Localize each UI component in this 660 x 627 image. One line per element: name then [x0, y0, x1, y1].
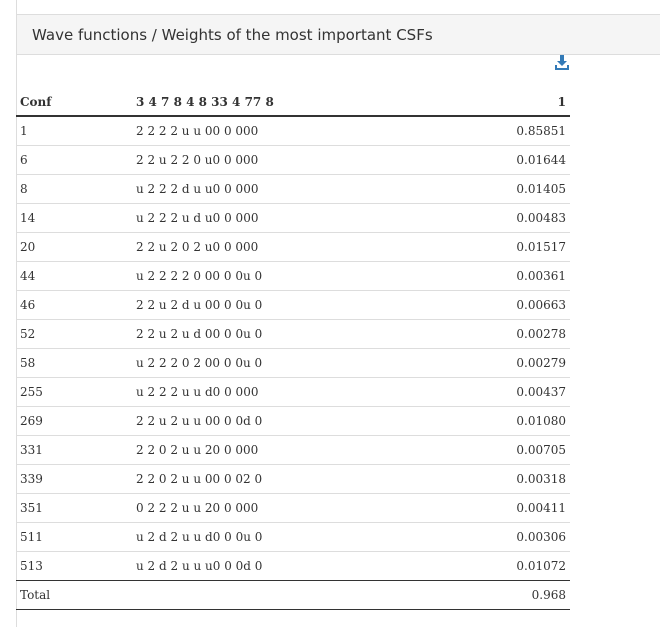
- table-row: 513 u 2 d 2 u u u0 0 0d 0 0.01072: [16, 550, 570, 580]
- conf-cell: 1: [16, 115, 132, 145]
- total-value: 0.968: [392, 579, 570, 610]
- table-row: 62 2 u 2 2 0 u0 0 000 0.01644: [16, 144, 570, 174]
- total-spacer: [132, 579, 392, 610]
- weight-cell: 0.01644: [392, 144, 570, 174]
- weight-cell: 0.00306: [392, 521, 570, 551]
- configuration-cell: 2 2 u 2 2 0 u0 0 000: [132, 144, 392, 174]
- conf-cell: 339: [16, 463, 132, 493]
- weight-cell: 0.00411: [392, 492, 570, 522]
- table-row: 331 2 2 0 2 u u 20 0 000 0.00705: [16, 434, 570, 464]
- configuration-cell: u 2 2 2 d u u0 0 000: [132, 173, 392, 203]
- configuration-cell: 2 2 u 2 u d 00 0 0u 0: [132, 318, 392, 348]
- table-row: 52 2 2 u 2 u d 00 0 0u 0 0.00278: [16, 318, 570, 348]
- weight-cell: 0.00361: [392, 260, 570, 290]
- weight-cell: 0.01517: [392, 231, 570, 261]
- table-row: 14 u 2 2 2 u d u0 0 000 0.00483: [16, 202, 570, 232]
- conf-cell: 513: [16, 550, 132, 580]
- download-icon-glyph: [555, 55, 569, 70]
- table-header-row: Conf 3 4 7 8 4 8 33 4 77 8 1: [16, 88, 570, 117]
- weight-cell: 0.01072: [392, 550, 570, 580]
- table-row: 255 u 2 2 2 u u d0 0 000 0.00437: [16, 376, 570, 406]
- weight-cell: 0.00278: [392, 318, 570, 348]
- total-label: Total: [16, 579, 132, 610]
- configuration-cell: u 2 d 2 u u d0 0 0u 0: [132, 521, 392, 551]
- conf-cell: 351: [16, 492, 132, 522]
- configuration-cell: u 2 2 2 2 0 00 0 0u 0: [132, 260, 392, 290]
- table-body: 12 2 2 2 u u 00 0 000 0.85851 6 2 2 u 2 2 0…: [16, 115, 570, 610]
- conf-cell: 255: [16, 376, 132, 406]
- conf-cell: 8: [16, 173, 132, 203]
- conf-cell: 52: [16, 318, 132, 348]
- download-icon[interactable]: [554, 54, 570, 72]
- configuration-cell: 2 2 0 2 u u 00 0 02 0: [132, 463, 392, 493]
- csf-weights-table: Conf 3 4 7 8 4 8 33 4 77 8 1 12 2 2 2 u …: [16, 88, 570, 610]
- weight-cell: 0.00663: [392, 289, 570, 319]
- weight-cell: 0.00279: [392, 347, 570, 377]
- conf-cell: 58: [16, 347, 132, 377]
- total-row: Total 0.968: [16, 579, 570, 610]
- configuration-cell: u 2 2 2 u d u0 0 000: [132, 202, 392, 232]
- conf-cell: 6: [16, 144, 132, 174]
- conf-cell: 44: [16, 260, 132, 290]
- weight-cell: 0.00705: [392, 434, 570, 464]
- conf-cell: 331: [16, 434, 132, 464]
- configuration-cell: 2 2 u 2 d u 00 0 0u 0: [132, 289, 392, 319]
- configuration-cell: 2 2 2 2 u u 00 0 000: [132, 115, 392, 145]
- configuration-cell: 0 2 2 2 u u 20 0 000: [132, 492, 392, 522]
- table-row: 20 2 2 u 2 0 2 u0 0 000 0.01517: [16, 231, 570, 261]
- conf-cell: 511: [16, 521, 132, 551]
- table-row: 46 2 2 u 2 d u 00 0 0u 0 0.00663: [16, 289, 570, 319]
- table-row: 351 0 2 2 2 u u 20 0 000 0.00411: [16, 492, 570, 522]
- header-orbitals: 3 4 7 8 4 8 33 4 77 8: [132, 88, 392, 117]
- table-row: 58 u 2 2 2 0 2 00 0 0u 0 0.00279: [16, 347, 570, 377]
- table-row: 44 u 2 2 2 2 0 00 0 0u 0 0.00361: [16, 260, 570, 290]
- configuration-cell: u 2 2 2 0 2 00 0 0u 0: [132, 347, 392, 377]
- header-weight: 1: [392, 88, 570, 117]
- table-row: 511 u 2 d 2 u u d0 0 0u 0 0.00306: [16, 521, 570, 551]
- weight-cell: 0.01405: [392, 173, 570, 203]
- conf-cell: 20: [16, 231, 132, 261]
- conf-cell: 269: [16, 405, 132, 435]
- configuration-cell: 2 2 0 2 u u 20 0 000: [132, 434, 392, 464]
- table-row: 339 2 2 0 2 u u 00 0 02 0 0.00318: [16, 463, 570, 493]
- previous-panel-edge: [16, 0, 660, 15]
- configuration-cell: u 2 2 2 u u d0 0 000: [132, 376, 392, 406]
- header-conf: Conf: [16, 88, 132, 117]
- table-row: 12 2 2 2 u u 00 0 000 0.85851: [16, 115, 570, 145]
- table-row: 8u 2 2 2 d u u0 0 000 0.01405: [16, 173, 570, 203]
- conf-cell: 14: [16, 202, 132, 232]
- weight-cell: 0.85851: [392, 115, 570, 145]
- configuration-cell: 2 2 u 2 0 2 u0 0 000: [132, 231, 392, 261]
- table-row: 269 2 2 u 2 u u 00 0 0d 0 0.01080: [16, 405, 570, 435]
- configuration-cell: 2 2 u 2 u u 00 0 0d 0: [132, 405, 392, 435]
- weight-cell: 0.00483: [392, 202, 570, 232]
- weight-cell: 0.00318: [392, 463, 570, 493]
- configuration-cell: u 2 d 2 u u u0 0 0d 0: [132, 550, 392, 580]
- panel-title: Wave functions / Weights of the most imp…: [17, 15, 660, 55]
- conf-cell: 46: [16, 289, 132, 319]
- weight-cell: 0.00437: [392, 376, 570, 406]
- weight-cell: 0.01080: [392, 405, 570, 435]
